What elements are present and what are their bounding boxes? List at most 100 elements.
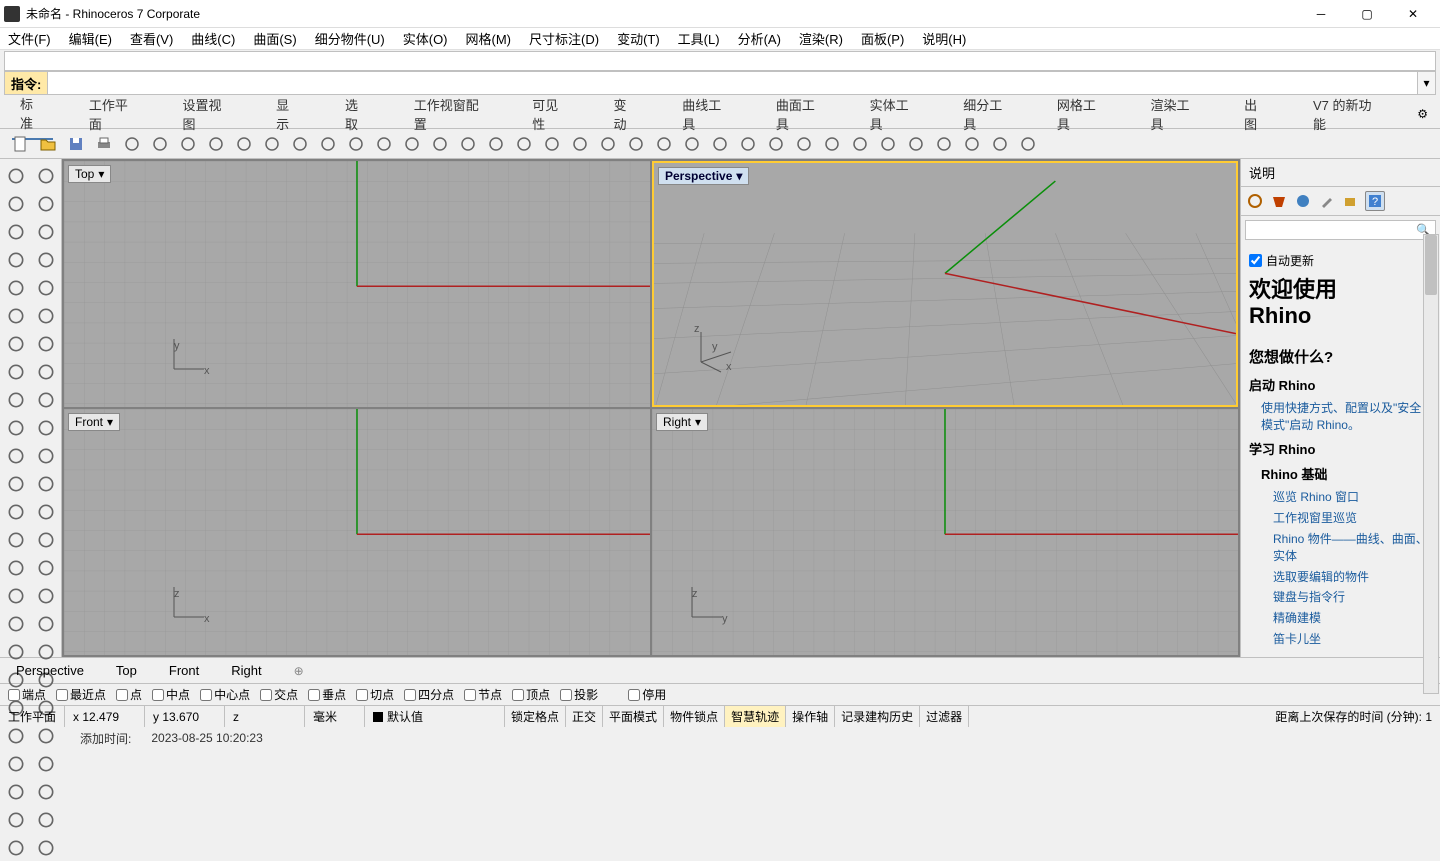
menu-item-5[interactable]: 细分物件(U) [315, 29, 385, 48]
osnap-3[interactable]: 中点 [152, 686, 190, 703]
osnap-7[interactable]: 切点 [356, 686, 394, 703]
gear-tool[interactable] [2, 527, 30, 553]
cplane-icon[interactable] [568, 132, 592, 156]
paste-icon[interactable] [204, 132, 228, 156]
menu-item-10[interactable]: 工具(L) [678, 29, 720, 48]
zoom-sel-icon[interactable] [400, 132, 424, 156]
hatch-tool[interactable] [2, 779, 30, 805]
status-unit[interactable]: 毫米 [305, 706, 365, 727]
redo-view-icon[interactable] [456, 132, 480, 156]
menu-item-12[interactable]: 渲染(R) [799, 29, 843, 48]
status-toggle-7[interactable]: 过滤器 [920, 706, 969, 727]
obj-prop-icon[interactable] [960, 132, 984, 156]
panel-tab-help[interactable]: ? [1365, 191, 1385, 211]
osnap-5[interactable]: 交点 [260, 686, 298, 703]
viewport-top[interactable]: y x Top ▾ [64, 161, 650, 407]
cone-tool[interactable] [32, 443, 60, 469]
surface-corner-tool[interactable] [2, 331, 30, 357]
sweep-tool[interactable] [2, 387, 30, 413]
properties-icon[interactable] [120, 132, 144, 156]
curve-tools-tool[interactable] [32, 275, 60, 301]
menu-item-6[interactable]: 实体(O) [403, 29, 448, 48]
help-scrollbar[interactable] [1423, 234, 1439, 694]
menu-item-3[interactable]: 曲线(C) [191, 29, 235, 48]
surface-edge-tool[interactable] [32, 331, 60, 357]
status-layer[interactable]: 默认值 [365, 706, 505, 727]
panel-tab-brush[interactable] [1317, 191, 1337, 211]
osnap-0[interactable]: 端点 [8, 686, 46, 703]
osnap-6[interactable]: 垂点 [308, 686, 346, 703]
menu-item-7[interactable]: 网格(M) [466, 29, 512, 48]
status-toggle-4[interactable]: 智慧轨迹 [725, 706, 786, 727]
toolbar-tab-15[interactable]: V7 的新功能 [1305, 89, 1389, 139]
polygon-tool[interactable] [2, 275, 30, 301]
torus-tool[interactable] [2, 471, 30, 497]
viewport-perspective[interactable]: z y x Perspective ▾ [652, 161, 1238, 407]
osnap-9[interactable]: 节点 [464, 686, 502, 703]
menu-item-14[interactable]: 说明(H) [922, 29, 966, 48]
osnap-1[interactable]: 最近点 [56, 686, 106, 703]
record-icon[interactable] [988, 132, 1012, 156]
status-toggle-5[interactable]: 操作轴 [786, 706, 835, 727]
loft-tool[interactable] [32, 359, 60, 385]
render-icon[interactable] [708, 132, 732, 156]
split-tool[interactable] [2, 611, 30, 637]
text-tool[interactable] [32, 303, 60, 329]
undo-icon[interactable] [232, 132, 256, 156]
help-link-5[interactable]: 精确建模 [1273, 610, 1432, 627]
save-icon[interactable] [64, 132, 88, 156]
menu-item-1[interactable]: 编辑(E) [69, 29, 112, 48]
help-link-6[interactable]: 笛卡儿坐 [1273, 631, 1432, 648]
vp-tab-front[interactable]: Front [161, 659, 207, 682]
sel-filter-icon[interactable] [624, 132, 648, 156]
status-toggle-2[interactable]: 平面模式 [603, 706, 664, 727]
pan-icon[interactable] [288, 132, 312, 156]
ellipse-tool[interactable] [32, 219, 60, 245]
panel-tab-env[interactable] [1293, 191, 1313, 211]
help-icon[interactable] [1016, 132, 1040, 156]
rect-tool[interactable] [32, 247, 60, 273]
viewport-front-label[interactable]: Front ▾ [68, 413, 120, 431]
menu-item-0[interactable]: 文件(F) [8, 29, 51, 48]
subd-box-tool[interactable] [2, 499, 30, 525]
minimize-button[interactable]: ─ [1298, 0, 1344, 27]
osnap-8[interactable]: 四分点 [404, 686, 454, 703]
panel-tab-layers[interactable] [1341, 191, 1361, 211]
help-search-input[interactable] [1246, 223, 1412, 237]
box-tool[interactable] [2, 415, 30, 441]
status-toggle-6[interactable]: 记录建构历史 [835, 706, 920, 727]
status-toggle-1[interactable]: 正交 [566, 706, 603, 727]
menu-item-9[interactable]: 变动(T) [617, 29, 660, 48]
redo-icon[interactable] [260, 132, 284, 156]
copy-icon[interactable] [176, 132, 200, 156]
toolbar-tab-14[interactable]: 出图 [1236, 89, 1277, 139]
menu-item-11[interactable]: 分析(A) [738, 29, 781, 48]
status-toggle-3[interactable]: 物件锁点 [664, 706, 725, 727]
material-icon[interactable] [764, 132, 788, 156]
menu-item-2[interactable]: 查看(V) [130, 29, 173, 48]
sphere-tool[interactable] [32, 415, 60, 441]
properties-tool[interactable] [32, 835, 60, 861]
vp-tab-top[interactable]: Top [108, 659, 145, 682]
ellipsoid-tool[interactable] [32, 471, 60, 497]
zoom-win-icon[interactable] [344, 132, 368, 156]
layer-tool[interactable] [2, 835, 30, 861]
command-history-dropdown[interactable]: ▾ [1417, 72, 1435, 94]
hatch2-tool[interactable] [32, 779, 60, 805]
status-toggle-0[interactable]: 锁定格点 [505, 706, 566, 727]
toolbar-gear-icon[interactable]: ⚙ [1417, 107, 1428, 121]
revolve-tool[interactable] [32, 387, 60, 413]
help-link-0[interactable]: 巡览 Rhino 窗口 [1273, 489, 1432, 506]
status-cplane[interactable]: 工作平面 [0, 706, 65, 727]
cut-icon[interactable] [148, 132, 172, 156]
offset-tool[interactable] [2, 555, 30, 581]
mesh-tool[interactable] [32, 527, 60, 553]
cylinder-tool[interactable] [2, 443, 30, 469]
help-link-1[interactable]: 工作视窗里巡览 [1273, 510, 1432, 527]
options-icon[interactable] [932, 132, 956, 156]
join-tool[interactable] [32, 611, 60, 637]
osnap-10[interactable]: 顶点 [512, 686, 550, 703]
point-tool[interactable] [2, 303, 30, 329]
osnap-11[interactable]: 投影 [560, 686, 598, 703]
osnap-2[interactable]: 点 [116, 686, 142, 703]
